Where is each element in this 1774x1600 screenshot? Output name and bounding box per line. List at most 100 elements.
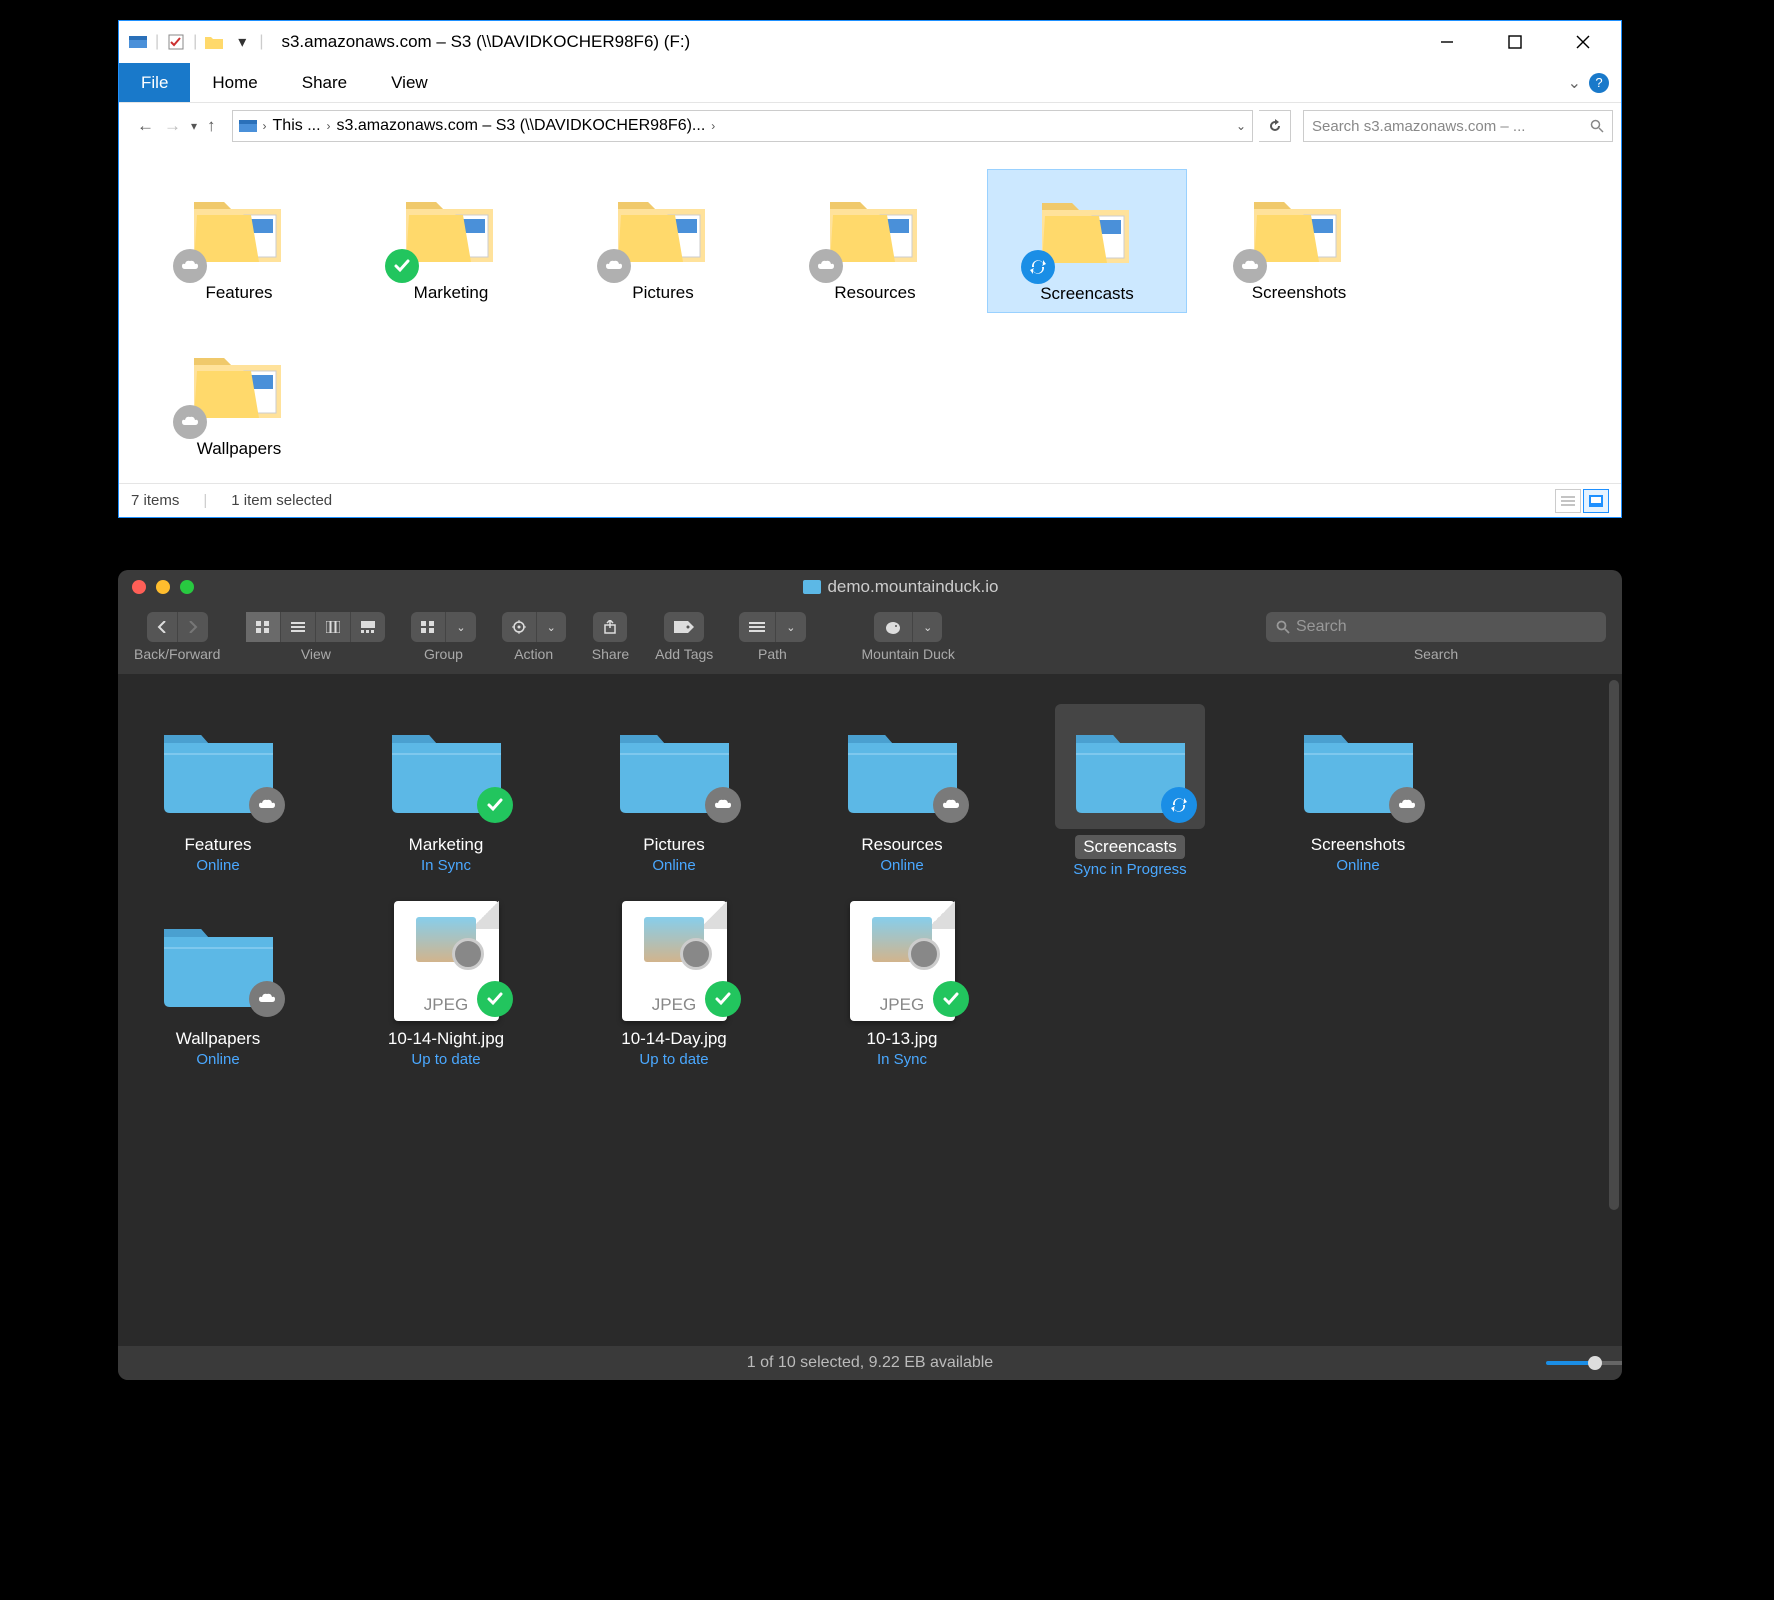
scrollbar[interactable] bbox=[1609, 680, 1619, 1210]
mountain-duck-button[interactable] bbox=[874, 612, 913, 642]
search-input[interactable]: Search s3.amazonaws.com – ... bbox=[1303, 110, 1613, 142]
minimize-button[interactable] bbox=[156, 580, 170, 594]
window-titlebar[interactable]: demo.mountainduck.io bbox=[118, 570, 1622, 604]
chevron-down-icon[interactable]: ⌄ bbox=[446, 612, 475, 642]
check-badge-icon bbox=[477, 787, 513, 823]
add-tags-button[interactable] bbox=[664, 612, 704, 642]
breadcrumb-segment[interactable]: This ... bbox=[273, 117, 321, 135]
maximize-button[interactable] bbox=[180, 580, 194, 594]
cloud-badge-icon bbox=[173, 405, 207, 439]
up-button[interactable]: ↑ bbox=[207, 116, 216, 136]
window-titlebar[interactable]: | | ▾ | s3.amazonaws.com – S3 (\\DAVIDKO… bbox=[119, 21, 1621, 63]
close-button[interactable] bbox=[1559, 24, 1607, 60]
search-input[interactable]: Search bbox=[1266, 612, 1606, 642]
minimize-button[interactable] bbox=[1423, 24, 1471, 60]
gallery-view-button[interactable] bbox=[351, 612, 385, 642]
cloud-badge-icon bbox=[249, 981, 285, 1017]
folder-item[interactable]: Pictures bbox=[563, 169, 763, 313]
divider: | bbox=[203, 492, 207, 509]
check-badge-icon bbox=[933, 981, 969, 1017]
icons-view-button[interactable] bbox=[1583, 489, 1609, 513]
folder-icon bbox=[179, 177, 299, 277]
item-label: Pictures bbox=[632, 283, 693, 303]
dropdown-icon[interactable]: ▾ bbox=[231, 31, 253, 53]
list-view-button[interactable] bbox=[281, 612, 316, 642]
status-text: 1 of 10 selected, 9.22 EB available bbox=[747, 1354, 993, 1372]
folder-item[interactable]: Resources bbox=[775, 169, 975, 313]
folder-item[interactable]: Marketing In Sync bbox=[366, 704, 526, 878]
chevron-down-icon[interactable]: ⌄ bbox=[913, 612, 942, 642]
forward-button[interactable] bbox=[178, 612, 208, 642]
folder-item[interactable]: Wallpapers Online bbox=[138, 898, 298, 1068]
folder-icon bbox=[371, 704, 521, 829]
icon-view-button[interactable] bbox=[246, 612, 281, 642]
tool-group-path: ⌄ Path bbox=[739, 612, 805, 662]
folder-icon bbox=[803, 580, 821, 594]
folder-item[interactable]: Features bbox=[139, 169, 339, 313]
tab-file[interactable]: File bbox=[119, 63, 190, 102]
chevron-right-icon[interactable]: › bbox=[327, 119, 331, 133]
item-label: 10-13.jpg bbox=[867, 1029, 938, 1049]
nav-buttons: ← → ▾ ↑ bbox=[127, 116, 226, 136]
column-view-button[interactable] bbox=[316, 612, 351, 642]
tab-home[interactable]: Home bbox=[190, 63, 279, 102]
help-button[interactable]: ? bbox=[1589, 73, 1609, 93]
path-button[interactable] bbox=[739, 612, 776, 642]
file-item[interactable]: JPEG 10-13.jpg In Sync bbox=[822, 898, 982, 1068]
window-title: s3.amazonaws.com – S3 (\\DAVIDKOCHER98F6… bbox=[281, 32, 690, 52]
cloud-badge-icon bbox=[705, 787, 741, 823]
folder-icon bbox=[603, 177, 723, 277]
folder-item[interactable]: Screencasts Sync in Progress bbox=[1050, 704, 1210, 878]
tool-group-view: View bbox=[246, 612, 385, 662]
folder-item[interactable]: Pictures Online bbox=[594, 704, 754, 878]
folder-item[interactable]: Features Online bbox=[138, 704, 298, 878]
chevron-down-icon[interactable]: ⌄ bbox=[1236, 119, 1246, 133]
quick-access-toolbar: | | ▾ | bbox=[127, 31, 263, 53]
chevron-right-icon[interactable]: › bbox=[263, 119, 267, 133]
window-title: demo.mountainduck.io bbox=[194, 577, 1608, 597]
folder-icon[interactable] bbox=[203, 31, 225, 53]
file-list[interactable]: Features Marketing Pictures Reso bbox=[119, 149, 1621, 487]
tab-view[interactable]: View bbox=[369, 63, 450, 102]
toolbar-label: Action bbox=[514, 646, 553, 662]
item-label: Screencasts bbox=[1075, 835, 1185, 859]
chevron-right-icon[interactable]: › bbox=[711, 119, 715, 133]
file-item[interactable]: JPEG 10-14-Night.jpg Up to date bbox=[366, 898, 526, 1068]
cloud-badge-icon bbox=[249, 787, 285, 823]
chevron-down-icon[interactable]: ⌄ bbox=[776, 612, 805, 642]
chevron-down-icon[interactable]: ⌄ bbox=[537, 612, 566, 642]
item-status: In Sync bbox=[421, 857, 471, 874]
details-view-button[interactable] bbox=[1555, 489, 1581, 513]
share-button[interactable] bbox=[593, 612, 627, 642]
folder-item[interactable]: Resources Online bbox=[822, 704, 982, 878]
item-status: Online bbox=[196, 1051, 239, 1068]
zoom-slider[interactable] bbox=[1546, 1356, 1602, 1370]
divider: | bbox=[155, 33, 159, 51]
breadcrumb-segment[interactable]: s3.amazonaws.com – S3 (\\DAVIDKOCHER98F6… bbox=[337, 117, 706, 135]
action-button[interactable] bbox=[502, 612, 537, 642]
chevron-down-icon[interactable]: ⌄ bbox=[1568, 73, 1581, 93]
breadcrumb[interactable]: › This ... › s3.amazonaws.com – S3 (\\DA… bbox=[232, 110, 1253, 142]
refresh-button[interactable] bbox=[1259, 110, 1291, 142]
group-button[interactable] bbox=[411, 612, 446, 642]
toolbar-label: Back/Forward bbox=[134, 646, 220, 662]
folder-icon bbox=[179, 333, 299, 433]
folder-item[interactable]: Screenshots Online bbox=[1278, 704, 1438, 878]
cloud-badge-icon bbox=[1233, 249, 1267, 283]
back-button[interactable]: ← bbox=[137, 116, 154, 136]
search-placeholder: Search bbox=[1296, 618, 1347, 636]
file-list[interactable]: Features Online Marketing In Sync Pictur… bbox=[118, 674, 1622, 1314]
close-button[interactable] bbox=[132, 580, 146, 594]
maximize-button[interactable] bbox=[1491, 24, 1539, 60]
file-item[interactable]: JPEG 10-14-Day.jpg Up to date bbox=[594, 898, 754, 1068]
folder-item[interactable]: Wallpapers bbox=[139, 325, 339, 467]
checkbox-icon[interactable] bbox=[165, 31, 187, 53]
forward-button[interactable]: → bbox=[164, 116, 181, 136]
back-button[interactable] bbox=[147, 612, 178, 642]
folder-item[interactable]: Screencasts bbox=[987, 169, 1187, 313]
folder-item[interactable]: Screenshots bbox=[1199, 169, 1399, 313]
history-dropdown[interactable]: ▾ bbox=[191, 119, 197, 133]
tab-share[interactable]: Share bbox=[280, 63, 369, 102]
folder-item[interactable]: Marketing bbox=[351, 169, 551, 313]
app-icon bbox=[127, 31, 149, 53]
